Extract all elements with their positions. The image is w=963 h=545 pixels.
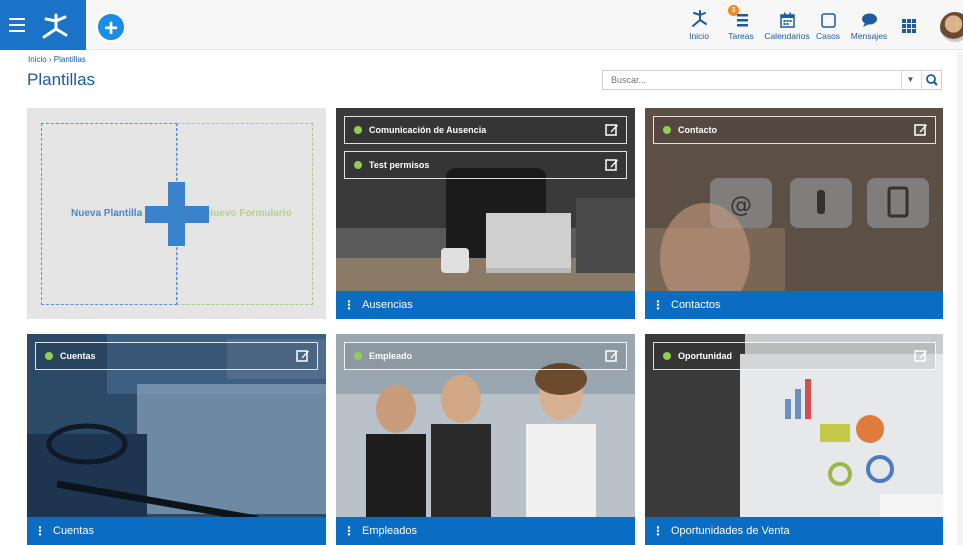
template-item[interactable]: Comunicación de Ausencia [344, 116, 627, 144]
template-item[interactable]: Cuentas [35, 342, 318, 370]
svg-text:@: @ [730, 193, 752, 218]
category-card-ausencias: Comunicación de Ausencia Test permisos ⋮… [336, 108, 635, 319]
nav-mensajes[interactable]: Mensajes [850, 6, 888, 46]
card-footer[interactable]: ⋮ Ausencias [336, 291, 635, 319]
template-item[interactable]: Contacto [653, 116, 936, 144]
tasks-icon: 3 [728, 5, 751, 28]
tasks-badge: 3 [728, 5, 739, 16]
template-item[interactable]: Empleado [344, 342, 627, 370]
template-name: Comunicación de Ausencia [369, 125, 487, 135]
template-name: Test permisos [369, 160, 430, 170]
brand-area [0, 0, 86, 50]
category-card-empleados: Empleado ⋮ Empleados [336, 334, 635, 545]
search-box: ▼ [602, 70, 942, 90]
edit-icon[interactable] [914, 123, 928, 137]
more-options-icon[interactable]: ⋮ [336, 524, 362, 538]
nav-label: Mensajes [850, 31, 888, 41]
card-title: Empleados [362, 525, 418, 537]
page-title: Plantillas [27, 70, 96, 89]
breadcrumb[interactable]: Inicio › Plantillas [28, 55, 86, 64]
edit-icon[interactable] [605, 158, 619, 172]
nav-calendarios[interactable]: Calendarios [764, 6, 810, 46]
nav-tareas[interactable]: 3 Tareas [727, 5, 755, 46]
nav-casos[interactable]: Casos [815, 6, 841, 46]
nav-label: Tareas [728, 31, 754, 41]
menu-icon[interactable] [9, 14, 25, 36]
scrollbar[interactable] [957, 52, 963, 545]
template-name: Empleado [369, 351, 413, 361]
nav-label: Calendarios [764, 31, 810, 41]
edit-icon[interactable] [605, 349, 619, 363]
card-title: Cuentas [53, 525, 94, 537]
edit-icon[interactable] [605, 123, 619, 137]
status-dot [354, 126, 362, 134]
card-footer[interactable]: ⋮ Contactos [645, 291, 943, 319]
card-footer[interactable]: ⋮ Empleados [336, 517, 635, 545]
plus-icon [145, 206, 209, 223]
template-name: Oportunidad [678, 351, 732, 361]
user-avatar[interactable] [940, 12, 963, 42]
card-footer[interactable]: ⋮ Cuentas [27, 517, 326, 545]
case-icon [820, 6, 836, 28]
template-item[interactable]: Test permisos [344, 151, 627, 179]
nav-label: Inicio [689, 31, 709, 41]
template-item[interactable]: Oportunidad [653, 342, 936, 370]
edit-icon[interactable] [914, 349, 928, 363]
chevron-down-icon[interactable]: ▼ [901, 71, 919, 89]
status-dot [354, 352, 362, 360]
card-title: Ausencias [362, 299, 413, 311]
add-button[interactable]: + [96, 12, 126, 42]
template-name: Cuentas [60, 351, 96, 361]
status-dot [663, 126, 671, 134]
card-title: Contactos [671, 299, 721, 311]
new-template-card: Nueva Plantilla Nuevo Formulario [27, 108, 326, 319]
home-tree-icon [690, 6, 708, 28]
status-dot [354, 161, 362, 169]
logo-icon[interactable] [36, 11, 72, 39]
card-footer[interactable]: ⋮ Oportunidades de Venta [645, 517, 943, 545]
more-options-icon[interactable]: ⋮ [645, 298, 671, 312]
edit-icon[interactable] [296, 349, 310, 363]
message-icon [861, 6, 878, 28]
more-options-icon[interactable]: ⋮ [336, 298, 362, 312]
category-card-oportunidades: Oportunidad ⋮ Oportunidades de Venta [645, 334, 943, 545]
category-card-contactos: @ Contacto ⋮ Contactos [645, 108, 943, 319]
more-options-icon[interactable]: ⋮ [27, 524, 53, 538]
top-bar: + Inicio 3 Tareas Calendarios Casos Mens… [0, 0, 963, 50]
status-dot [45, 352, 53, 360]
more-options-icon[interactable]: ⋮ [645, 524, 671, 538]
search-input[interactable] [603, 71, 895, 89]
status-dot [663, 352, 671, 360]
search-icon[interactable] [921, 71, 941, 89]
calendar-icon [779, 6, 795, 28]
category-card-cuentas: Cuentas ⋮ Cuentas [27, 334, 326, 545]
nav-inicio[interactable]: Inicio [686, 6, 712, 46]
template-name: Contacto [678, 125, 717, 135]
apps-grid-icon[interactable] [902, 19, 916, 33]
card-title: Oportunidades de Venta [671, 525, 790, 537]
nav-label: Casos [815, 31, 841, 41]
